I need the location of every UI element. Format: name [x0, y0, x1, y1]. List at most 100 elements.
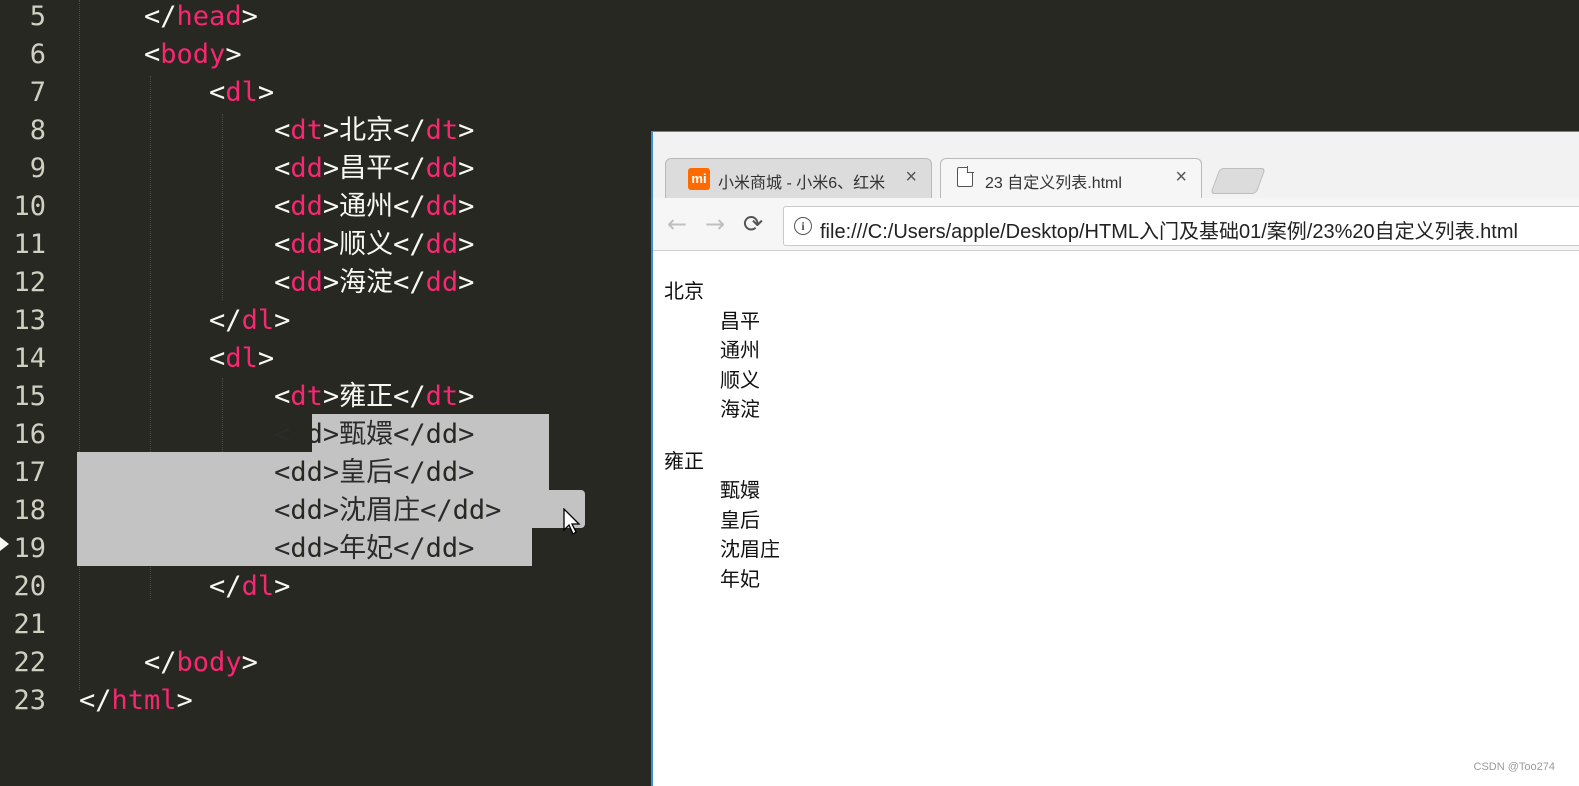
- tag-bracket: >: [274, 571, 291, 602]
- code-line[interactable]: 17 <dd>皇后</dd>: [0, 454, 660, 492]
- tag-bracket: <: [274, 267, 291, 298]
- tag-name: html: [111, 685, 177, 716]
- definition-description: 甄嬛: [720, 478, 760, 502]
- tag-content: 北京: [339, 115, 394, 146]
- line-number: 7: [29, 77, 46, 108]
- tag-bracket: >: [241, 1, 258, 32]
- tag-bracket: >: [322, 457, 340, 488]
- tag-bracket: >: [322, 381, 340, 412]
- tag-name: dt: [290, 115, 323, 146]
- tag-name: dt: [290, 381, 323, 412]
- code-line[interactable]: 7 <dl>: [0, 74, 660, 112]
- tag-bracket: >: [241, 647, 258, 678]
- tag-name: dd: [452, 495, 486, 526]
- tag-bracket: >: [458, 153, 475, 184]
- line-number: 13: [13, 305, 46, 336]
- line-number: 11: [13, 229, 46, 260]
- tag-bracket: >: [458, 381, 475, 412]
- code-text: <dd>海淀</dd>: [79, 264, 474, 302]
- code-line[interactable]: 23 </html>: [0, 682, 660, 720]
- code-line[interactable]: 21: [0, 606, 660, 644]
- url-text[interactable]: file:///C:/Users/apple/Desktop/HTML入门及基础…: [820, 215, 1518, 244]
- definition-description: 年妃: [720, 566, 760, 591]
- tag-content: 顺义: [339, 229, 394, 260]
- tag-content: 雍正: [339, 381, 394, 412]
- tag-name: head: [176, 1, 242, 32]
- mouse-cursor-icon: [563, 508, 581, 535]
- code-line[interactable]: 22 </body>: [0, 644, 660, 682]
- code-line[interactable]: 19 <dd>年妃</dd>: [0, 530, 660, 568]
- code-line[interactable]: 12 <dd>海淀</dd>: [0, 264, 660, 302]
- code-line[interactable]: 11 <dd>顺义</dd>: [0, 226, 660, 264]
- tag-name: dd: [425, 191, 459, 222]
- code-line[interactable]: 14 <dl>: [0, 340, 660, 378]
- tag-bracket: <: [274, 495, 291, 526]
- code-line[interactable]: 20 </dl>: [0, 568, 660, 606]
- definition-term: 北京: [664, 279, 704, 303]
- tag-name: dl: [225, 77, 258, 108]
- tag-content: 海淀: [339, 267, 394, 298]
- code-line[interactable]: 16 <dd>甄嬛</dd>: [0, 416, 660, 454]
- line-number: 16: [13, 419, 46, 450]
- line-number: 22: [13, 647, 46, 678]
- tab-strip: mi 小米商城 - 小米6、红米 × 23 自定义列表.html ×: [653, 132, 1579, 199]
- line-number: 23: [13, 685, 46, 716]
- tag-content: 甄嬛: [339, 419, 394, 450]
- tag-bracket: <: [274, 419, 291, 450]
- definition-description: 顺义: [720, 367, 760, 392]
- code-text: <dl>: [79, 74, 274, 112]
- tag-name: dd: [425, 419, 459, 450]
- code-text: <dd>年妃</dd>: [79, 530, 474, 568]
- tag-content: 昌平: [339, 153, 394, 184]
- code-line[interactable]: 10 <dd>通州</dd>: [0, 188, 660, 226]
- tag-name: dl: [241, 571, 275, 602]
- tab-title: 小米商城 - 小米6、红米: [718, 175, 886, 192]
- tag-name: dd: [290, 229, 323, 260]
- line-number: 9: [29, 153, 46, 184]
- reload-button[interactable]: ⟳: [743, 210, 763, 238]
- code-line[interactable]: 9 <dd>昌平</dd>: [0, 150, 660, 188]
- tab-close-icon[interactable]: ×: [1175, 166, 1187, 189]
- tag-content: 年妃: [339, 533, 394, 564]
- code-line[interactable]: 15 <dt>雍正</dt>: [0, 378, 660, 416]
- code-text: <dd>通州</dd>: [79, 188, 474, 226]
- tab-xiaomi-store[interactable]: mi 小米商城 - 小米6、红米 ×: [665, 158, 932, 199]
- code-line[interactable]: 5 </head>: [0, 0, 660, 36]
- tab-close-icon[interactable]: ×: [905, 166, 917, 189]
- tag-bracket: <: [274, 381, 291, 412]
- tag-bracket: >: [458, 191, 475, 222]
- tag-bracket: </: [393, 153, 426, 184]
- tag-bracket: <: [274, 153, 291, 184]
- tag-content: 通州: [339, 191, 394, 222]
- document-icon: [957, 166, 974, 187]
- code-line[interactable]: 13 </dl>: [0, 302, 660, 340]
- address-bar[interactable]: i file:///C:/Users/apple/Desktop/HTML入门及…: [783, 206, 1579, 246]
- new-tab-button[interactable]: [1210, 168, 1266, 194]
- info-icon[interactable]: i: [794, 217, 812, 235]
- code-line[interactable]: 8 <dt>北京</dt>: [0, 112, 660, 150]
- code-line[interactable]: 18 <dd>沈眉庄</dd>: [0, 492, 660, 530]
- tab-custom-list[interactable]: 23 自定义列表.html ×: [940, 158, 1202, 199]
- tag-bracket: >: [322, 419, 340, 450]
- tag-name: dd: [290, 191, 323, 222]
- back-button[interactable]: ←: [667, 210, 687, 238]
- code-line[interactable]: 6 <body>: [0, 36, 660, 74]
- forward-button[interactable]: →: [705, 210, 725, 238]
- code-text: <body>: [79, 36, 242, 74]
- page-content: 北京 昌平 通州 顺义 海淀 雍正 甄嬛 皇后 沈眉庄 年妃: [653, 251, 1579, 786]
- line-number: 10: [13, 191, 46, 222]
- tag-bracket: >: [458, 229, 475, 260]
- line-number: 14: [13, 343, 46, 374]
